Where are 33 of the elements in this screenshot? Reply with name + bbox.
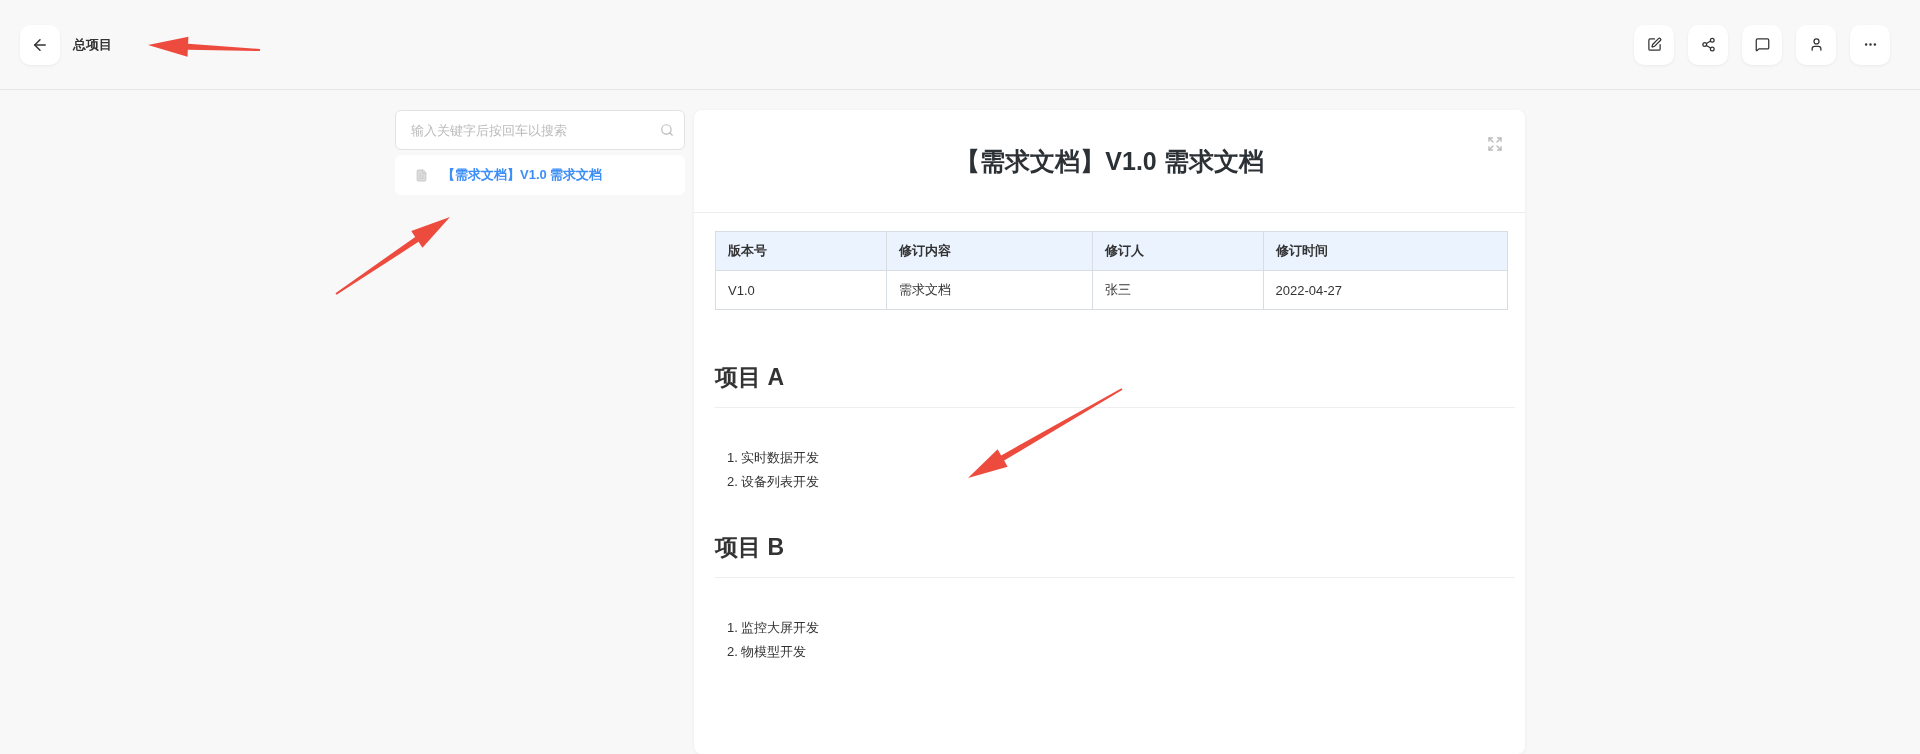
document-icon (415, 168, 428, 182)
edit-icon (1646, 37, 1662, 52)
list-item-text: 物模型开发 (740, 643, 806, 661)
table-cell: 2022-04-27 (1263, 270, 1508, 310)
section-heading: 项目 B (715, 532, 1515, 578)
list-item-text: 实时数据开发 (740, 449, 819, 467)
list-number: 1. (727, 619, 738, 637)
table-header-cell: 修订人 (1092, 231, 1264, 271)
document-list-item[interactable]: 【需求文档】V1.0 需求文档 (395, 155, 685, 195)
comment-icon (1754, 37, 1770, 52)
table-header-cell: 修订时间 (1263, 231, 1508, 271)
project-title: 总项目 (73, 35, 112, 54)
share-button[interactable] (1688, 24, 1728, 65)
back-button[interactable] (20, 24, 60, 65)
edit-button[interactable] (1634, 24, 1674, 65)
list-number: 1. (727, 449, 738, 467)
share-icon (1700, 37, 1716, 52)
table-cell: V1.0 (715, 270, 887, 310)
document-title: 【需求文档】V1.0 需求文档 (955, 145, 1264, 177)
user-icon (1808, 37, 1824, 52)
list-item-text: 监控大屏开发 (740, 619, 819, 637)
comment-button[interactable] (1742, 24, 1782, 65)
table-cell: 需求文档 (886, 270, 1093, 310)
fullscreen-icon (1487, 136, 1503, 152)
list-number: 2. (727, 643, 738, 661)
search-icon (660, 123, 674, 137)
table-header-cell: 修订内容 (886, 231, 1093, 271)
list-number: 2. (727, 473, 738, 491)
table-cell: 张三 (1092, 270, 1264, 310)
list-item-text: 设备列表开发 (740, 473, 819, 491)
user-button[interactable] (1796, 24, 1836, 65)
table-header-cell: 版本号 (715, 231, 887, 271)
search-field[interactable]: 输入关键字后按回车以搜索 (395, 110, 685, 150)
